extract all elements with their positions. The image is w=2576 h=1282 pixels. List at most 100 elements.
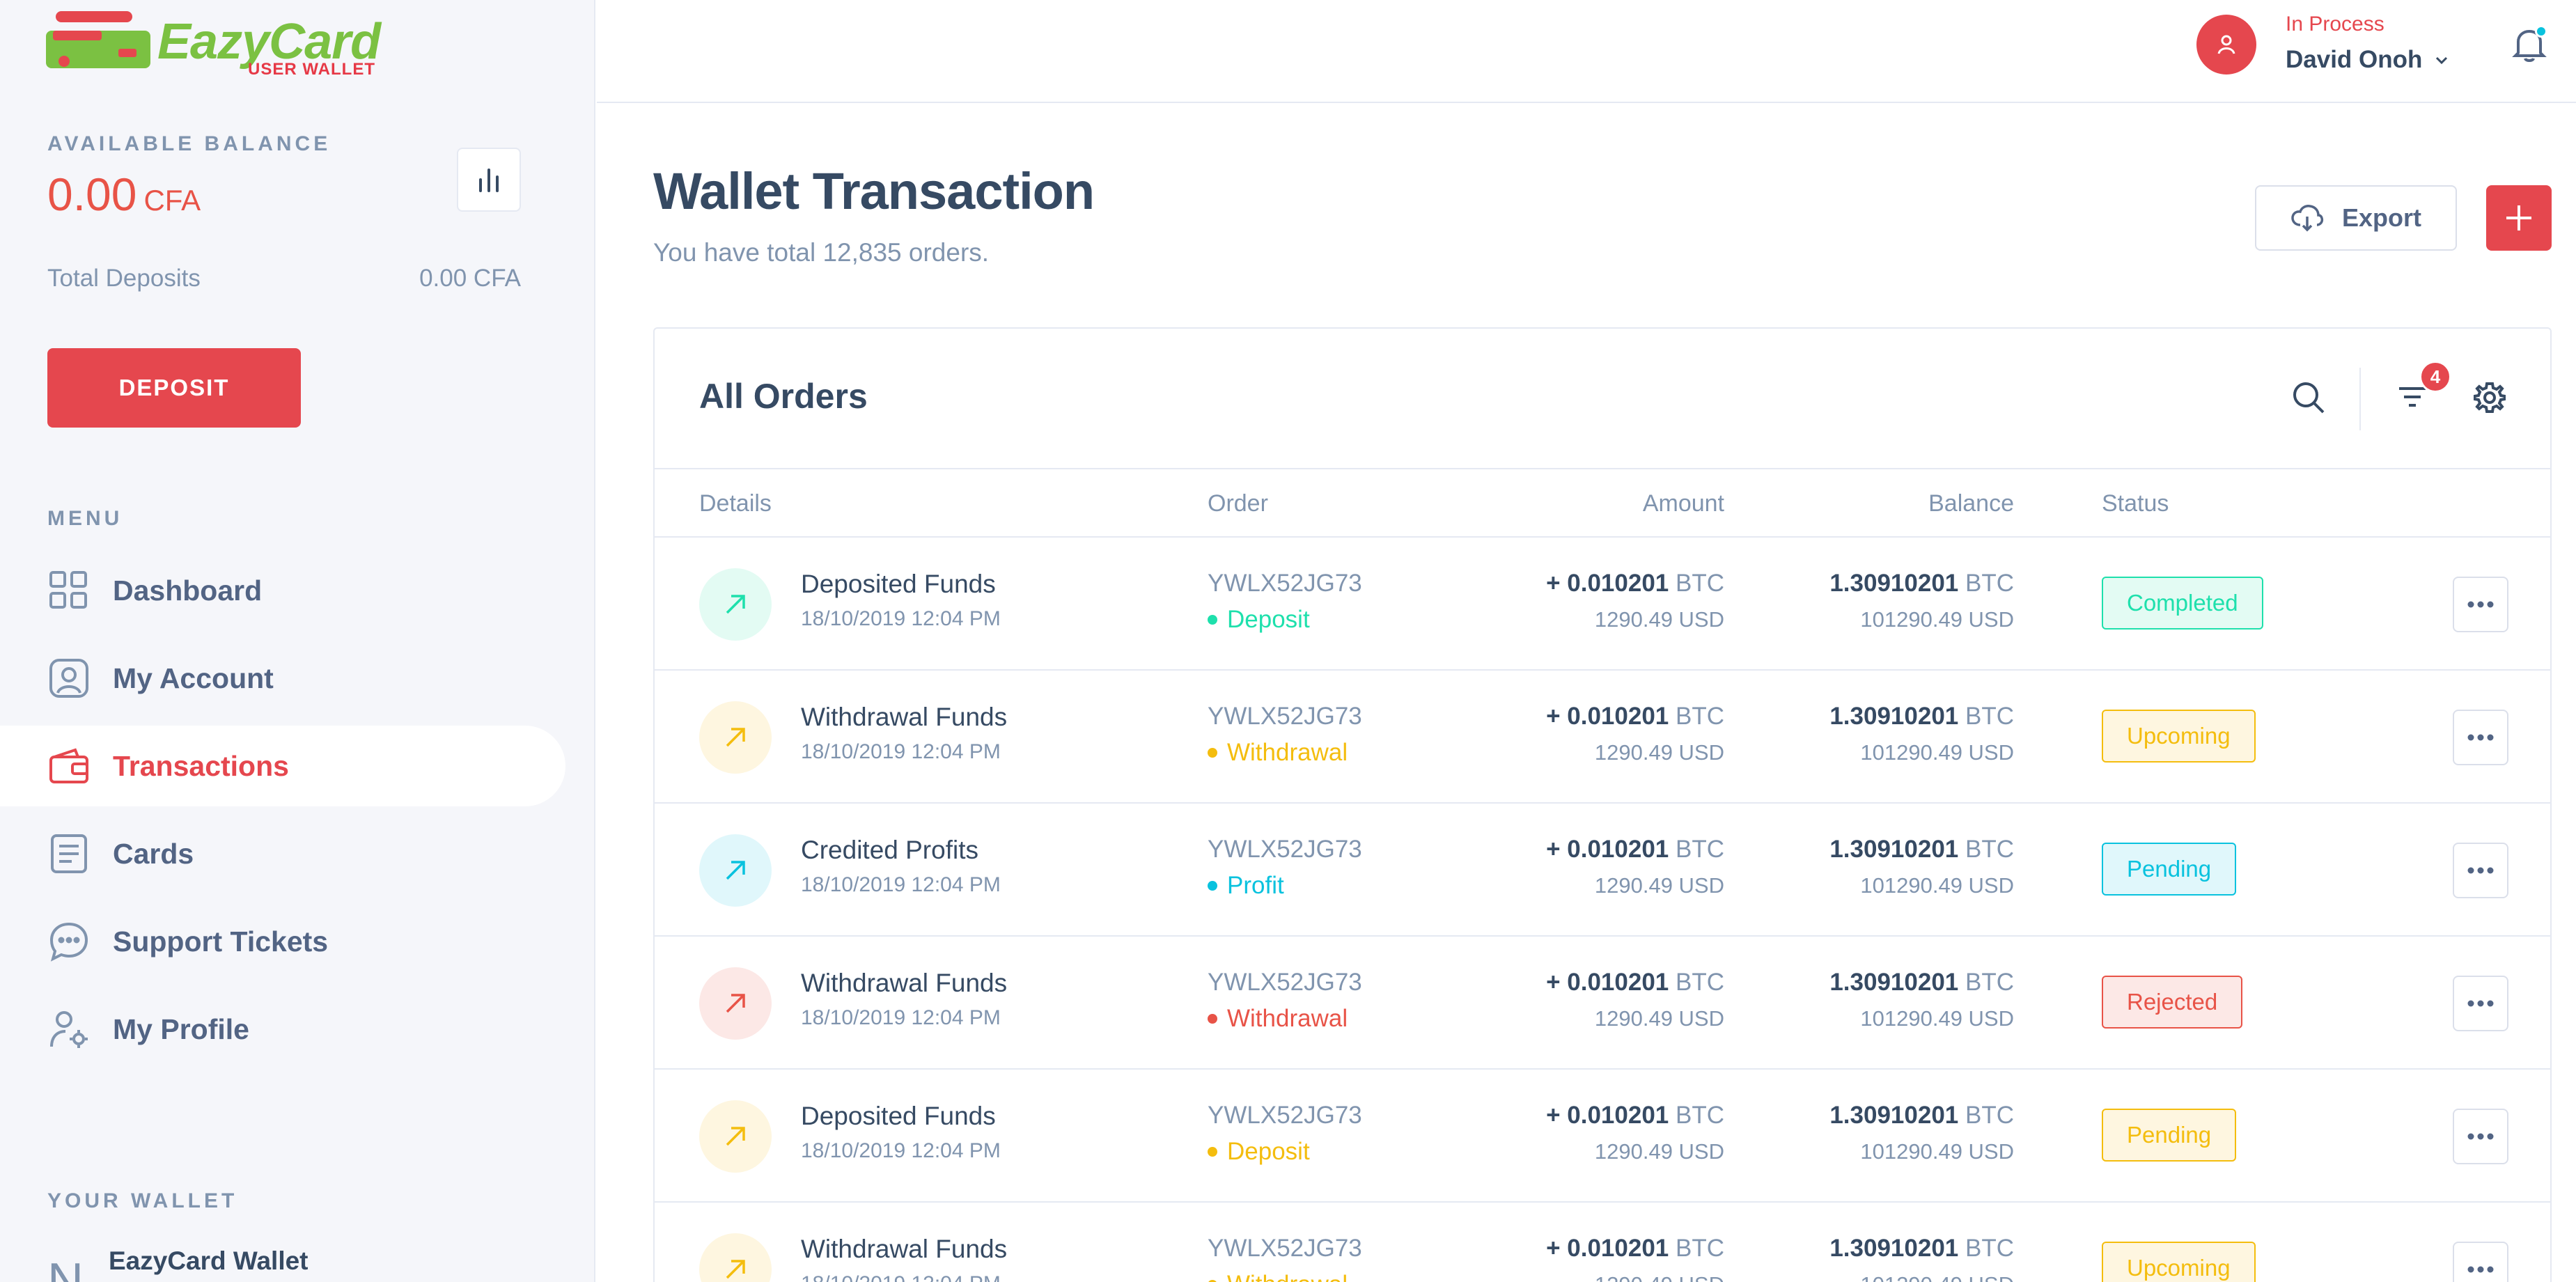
transaction-title: Withdrawal Funds [801, 703, 1008, 731]
search-icon[interactable] [2291, 380, 2326, 419]
row-actions-button[interactable] [2453, 1242, 2508, 1282]
row-actions-button[interactable] [2453, 710, 2508, 765]
balance-value: 1.30910201 [1829, 1102, 1959, 1129]
balance-usd: 101290.49 USD [1860, 873, 2014, 898]
sidebar-item-cards[interactable]: Cards [0, 813, 565, 894]
more-horizontal-icon [2467, 1000, 2494, 1007]
sidebar-item-my-account[interactable]: My Account [0, 638, 565, 719]
amount-btc: + 0.010201 BTC [1546, 1235, 1724, 1263]
column-details: Details [699, 490, 772, 517]
amount-value: + 0.010201 [1546, 570, 1669, 597]
amount-unit: BTC [1676, 703, 1724, 730]
balance-value: 1.30910201 [1829, 836, 1959, 863]
card-list-icon [47, 832, 91, 875]
amount-unit: BTC [1676, 969, 1724, 996]
balance-btc: 1.30910201 BTC [1829, 570, 2014, 597]
table-row[interactable]: Credited Profits 18/10/2019 12:04 PM YWL… [655, 804, 2550, 937]
amount-btc: + 0.010201 BTC [1546, 570, 1724, 597]
sidebar-item-transactions[interactable]: Transactions [0, 726, 565, 806]
transaction-date: 18/10/2019 12:04 PM [801, 740, 1001, 763]
export-button[interactable]: Export [2255, 185, 2457, 251]
column-order: Order [1208, 490, 1268, 517]
amount-value: + 0.010201 [1546, 1235, 1669, 1262]
arrow-up-right-icon [726, 994, 745, 1013]
order-id: YWLX52JG73 [1208, 1235, 1362, 1262]
order-type: Profit [1208, 872, 1284, 900]
status-badge: Completed [2102, 577, 2263, 630]
order-id: YWLX52JG73 [1208, 703, 1362, 730]
balance-usd: 101290.49 USD [1860, 1272, 2014, 1282]
transaction-type-icon [699, 1233, 772, 1282]
balance-usd: 101290.49 USD [1860, 1139, 2014, 1164]
filter-count-badge: 4 [2419, 361, 2451, 393]
arrow-up-right-icon [726, 1127, 745, 1146]
amount-unit: BTC [1676, 570, 1724, 597]
balance-unit: BTC [1965, 1102, 2014, 1129]
amount-btc: + 0.010201 BTC [1546, 703, 1724, 730]
status-badge: Upcoming [2102, 1242, 2256, 1282]
order-type: Withdrawal [1208, 739, 1348, 767]
row-actions-button[interactable] [2453, 1109, 2508, 1164]
balance-unit: BTC [1965, 703, 2014, 730]
amount-usd: 1290.49 USD [1594, 873, 1724, 898]
more-horizontal-icon [2467, 867, 2494, 874]
amount-value: + 0.010201 [1546, 703, 1669, 730]
table-row[interactable]: Deposited Funds 18/10/2019 12:04 PM YWLX… [655, 1070, 2550, 1203]
table-row[interactable]: Deposited Funds 18/10/2019 12:04 PM YWLX… [655, 538, 2550, 671]
your-wallet-heading: YOUR WALLET [47, 1189, 238, 1212]
user-icon [2217, 35, 2235, 54]
order-type: Deposit [1208, 1138, 1310, 1166]
order-id: YWLX52JG73 [1208, 570, 1362, 597]
balance-btc: 1.30910201 BTC [1829, 703, 2014, 730]
transaction-type-icon [699, 568, 772, 641]
wallet-name: EazyCard Wallet [109, 1246, 309, 1275]
sidebar-item-label: Transactions [113, 749, 289, 782]
arrow-up-right-icon [726, 1260, 745, 1279]
amount-unit: BTC [1676, 836, 1724, 863]
user-menu[interactable]: David Onoh [2286, 46, 2450, 74]
transaction-title: Withdrawal Funds [801, 1235, 1008, 1263]
balance-amount: 0.00 [47, 169, 137, 220]
gear-icon[interactable] [2473, 382, 2506, 417]
transaction-type-icon [699, 1100, 772, 1173]
table-row[interactable]: Withdrawal Funds 18/10/2019 12:04 PM YWL… [655, 1203, 2550, 1282]
sidebar-item-my-profile[interactable]: My Profile [0, 989, 565, 1070]
amount-unit: BTC [1676, 1102, 1724, 1129]
avatar[interactable] [2196, 15, 2256, 75]
balance-value: 1.30910201 [1829, 570, 1959, 597]
row-actions-button[interactable] [2453, 976, 2508, 1031]
transaction-date: 18/10/2019 12:04 PM [801, 1272, 1001, 1282]
amount-usd: 1290.49 USD [1594, 1139, 1724, 1164]
table-row[interactable]: Withdrawal Funds 18/10/2019 12:04 PM YWL… [655, 937, 2550, 1070]
status-badge: Pending [2102, 843, 2237, 896]
sidebar-item-support-tickets[interactable]: Support Tickets [0, 901, 565, 982]
row-actions-button[interactable] [2453, 577, 2508, 632]
bar-chart-icon [479, 169, 499, 192]
user-status: In Process [2286, 13, 2384, 36]
status-badge: Pending [2102, 1109, 2237, 1162]
arrow-up-right-icon [726, 728, 745, 747]
table-row[interactable]: Withdrawal Funds 18/10/2019 12:04 PM YWL… [655, 671, 2550, 804]
transaction-date: 18/10/2019 12:04 PM [801, 1139, 1001, 1162]
amount-usd: 1290.49 USD [1594, 740, 1724, 765]
deposit-button[interactable]: DEPOSIT [47, 348, 301, 428]
balance-usd: 101290.49 USD [1860, 607, 2014, 632]
add-button[interactable] [2486, 185, 2552, 251]
order-type-dot [1208, 615, 1217, 625]
page-title: Wallet Transaction [653, 162, 1095, 220]
balance-value: 1.30910201 [1829, 703, 1959, 730]
available-balance-label: AVAILABLE BALANCE [47, 132, 331, 155]
transaction-title: Withdrawal Funds [801, 969, 1008, 997]
row-actions-button[interactable] [2453, 843, 2508, 898]
order-type-dot [1208, 1147, 1217, 1157]
amount-usd: 1290.49 USD [1595, 1272, 1724, 1282]
sidebar: EazyCard USER WALLET AVAILABLE BALANCE 0… [0, 0, 595, 1282]
wallet-item[interactable]: N EazyCard Wallet [47, 1246, 309, 1282]
transaction-type-icon [699, 967, 772, 1040]
more-horizontal-icon [2467, 601, 2494, 608]
sidebar-item-dashboard[interactable]: Dashboard [0, 550, 565, 631]
brand-logo[interactable]: EazyCard USER WALLET [46, 10, 381, 79]
notification-dot [2535, 25, 2547, 38]
balance-chart-button[interactable] [457, 148, 521, 212]
sidebar-item-label: Dashboard [113, 574, 263, 607]
